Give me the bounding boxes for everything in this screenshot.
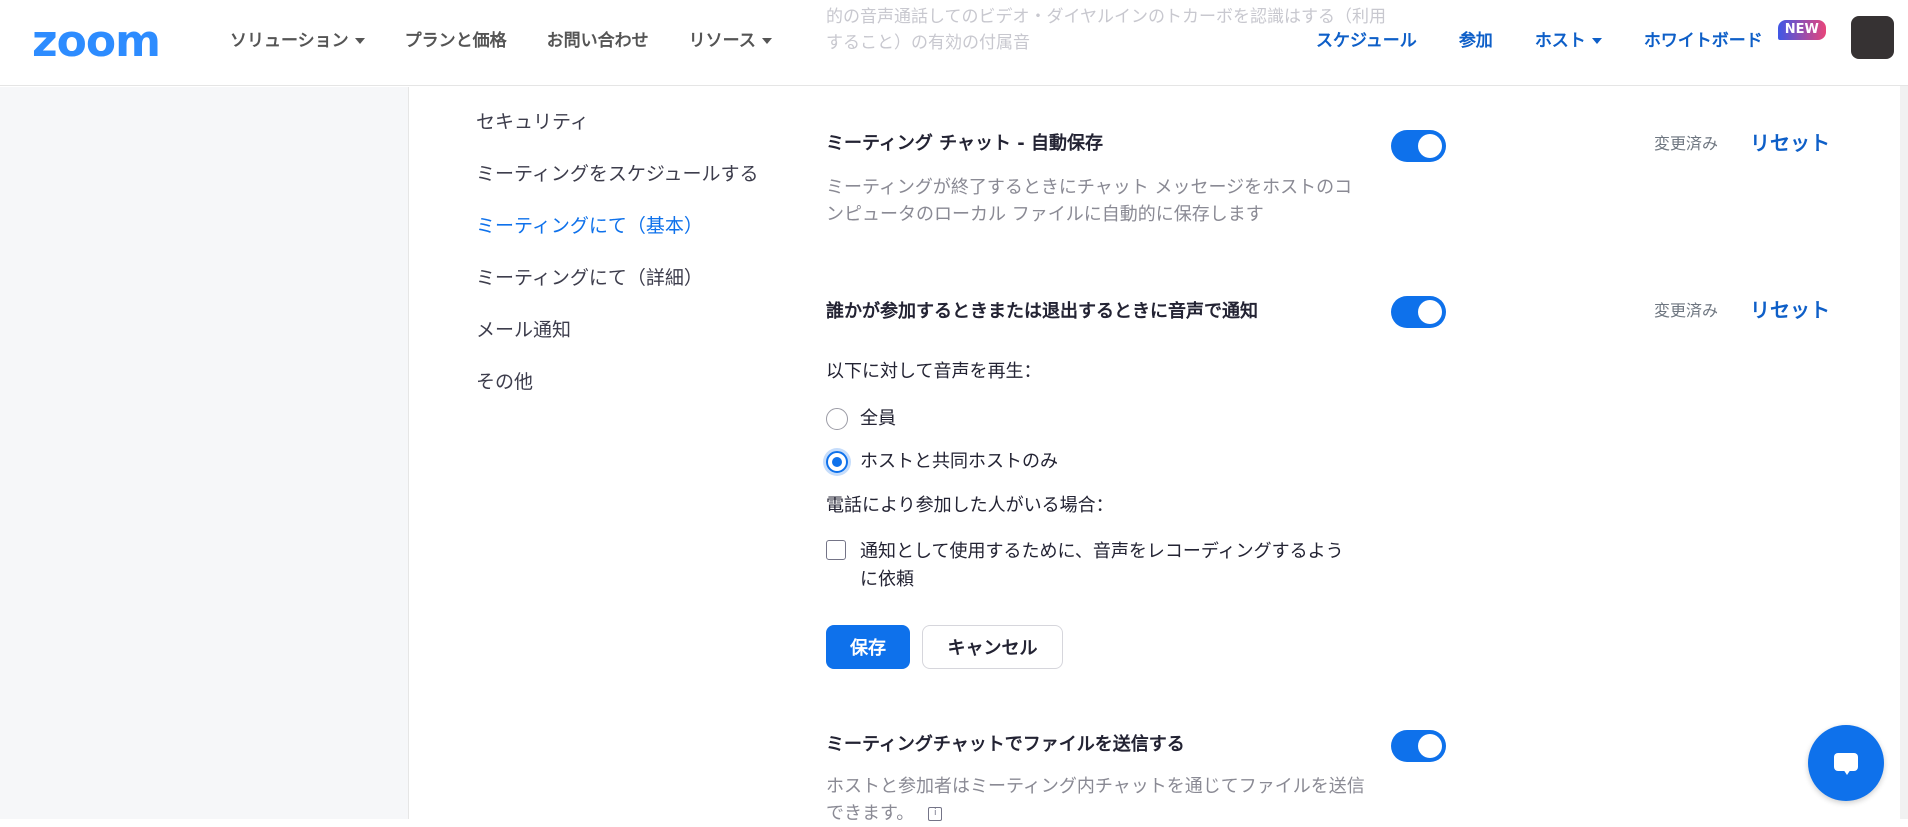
zoom-logo[interactable]: zoom <box>32 20 161 64</box>
sidebar-item-in-meeting-basic[interactable]: ミーティングにて（基本） <box>476 214 759 238</box>
top-header: zoom ソリューション プランと価格 お問い合わせ リソース スケジュール 参… <box>0 0 1908 86</box>
nav-join[interactable]: 参加 <box>1459 30 1493 52</box>
phone-join-label: 電話により参加した人がいる場合： <box>826 495 1114 516</box>
file-transfer-desc-text: ホストと参加者はミーティング内チャットを通じてファイルを送信できます。 <box>826 776 1365 824</box>
cancel-button[interactable]: キャンセル <box>922 625 1063 669</box>
nav-whiteboard-label: ホワイトボード <box>1643 31 1763 51</box>
chat-support-button[interactable] <box>1808 725 1884 801</box>
nav-resources-label: リソース <box>688 31 756 51</box>
avatar[interactable] <box>1851 16 1894 59</box>
chat-autosave-reset-link[interactable]: リセット <box>1750 131 1830 155</box>
chevron-down-icon <box>1591 38 1602 44</box>
file-transfer-toggle[interactable] <box>1391 730 1446 762</box>
nav-host[interactable]: ホスト <box>1535 30 1602 52</box>
scrollbar[interactable] <box>1900 86 1908 819</box>
nav-resources[interactable]: リソース <box>689 30 772 52</box>
sidebar-item-schedule-meeting[interactable]: ミーティングをスケジュールする <box>476 162 759 186</box>
nav-host-label: ホスト <box>1534 31 1586 51</box>
radio-everyone-label: 全員 <box>860 408 896 429</box>
nav-plans-label: プランと価格 <box>404 31 507 51</box>
nav-whiteboard[interactable]: ホワイトボード NEW <box>1643 20 1826 52</box>
chat-autosave-title: ミーティング チャット - 自動保存 <box>826 133 1104 154</box>
chevron-down-icon <box>354 38 365 44</box>
radio-host-only-label: ホストと共同ホストのみ <box>860 451 1058 472</box>
join-leave-sound-toggle[interactable] <box>1391 296 1446 328</box>
save-button[interactable]: 保存 <box>826 625 910 669</box>
left-gutter <box>0 87 409 819</box>
nav-solutions-label: ソリューション <box>230 31 349 51</box>
chevron-down-icon <box>761 38 772 44</box>
record-voice-checkbox[interactable] <box>826 540 846 560</box>
join-leave-modified-label: 変更済み <box>1654 301 1719 320</box>
record-voice-option[interactable]: 通知として使用するために、音声をレコーディングするように依頼 <box>826 538 1360 594</box>
chat-bubble-icon <box>1834 753 1858 775</box>
record-voice-label: 通知として使用するために、音声をレコーディングするように依頼 <box>860 541 1344 590</box>
sidebar-item-in-meeting-advanced[interactable]: ミーティングにて（詳細） <box>476 266 759 290</box>
nav-contact[interactable]: お問い合わせ <box>547 30 649 52</box>
radio-host-only[interactable] <box>826 451 848 473</box>
file-transfer-title: ミーティングチャットでファイルを送信する <box>826 734 1185 755</box>
nav-schedule[interactable]: スケジュール <box>1316 30 1417 52</box>
account-nav: スケジュール 参加 ホスト ホワイトボード NEW <box>1316 20 1826 52</box>
chat-autosave-toggle[interactable] <box>1391 130 1446 162</box>
sidebar-item-email-notification[interactable]: メール通知 <box>476 318 759 342</box>
nav-solutions[interactable]: ソリューション <box>230 30 365 52</box>
nav-contact-label: お問い合わせ <box>546 31 649 51</box>
play-sound-for-label: 以下に対して音声を再生： <box>826 361 1042 382</box>
join-leave-sound-title: 誰かが参加するときまたは退出するときに音声で通知 <box>826 301 1258 322</box>
chat-autosave-modified-label: 変更済み <box>1654 134 1719 153</box>
radio-option-host-only[interactable]: ホストと共同ホストのみ <box>826 450 1058 474</box>
main-nav: ソリューション プランと価格 お問い合わせ リソース <box>230 30 812 52</box>
sidebar-item-security[interactable]: セキュリティ <box>476 110 759 134</box>
join-leave-reset-link[interactable]: リセット <box>1750 298 1830 322</box>
chat-autosave-description: ミーティングが終了するときにチャット メッセージをホストのコンピュータのローカル… <box>826 177 1353 225</box>
new-badge: NEW <box>1777 20 1826 40</box>
nav-plans-pricing[interactable]: プランと価格 <box>405 30 507 52</box>
radio-option-everyone[interactable]: 全員 <box>826 407 896 431</box>
sidebar-item-other[interactable]: その他 <box>476 370 759 394</box>
radio-everyone[interactable] <box>826 408 848 430</box>
settings-sidebar: セキュリティ ミーティングをスケジュールする ミーティングにて（基本） ミーティ… <box>476 110 759 422</box>
